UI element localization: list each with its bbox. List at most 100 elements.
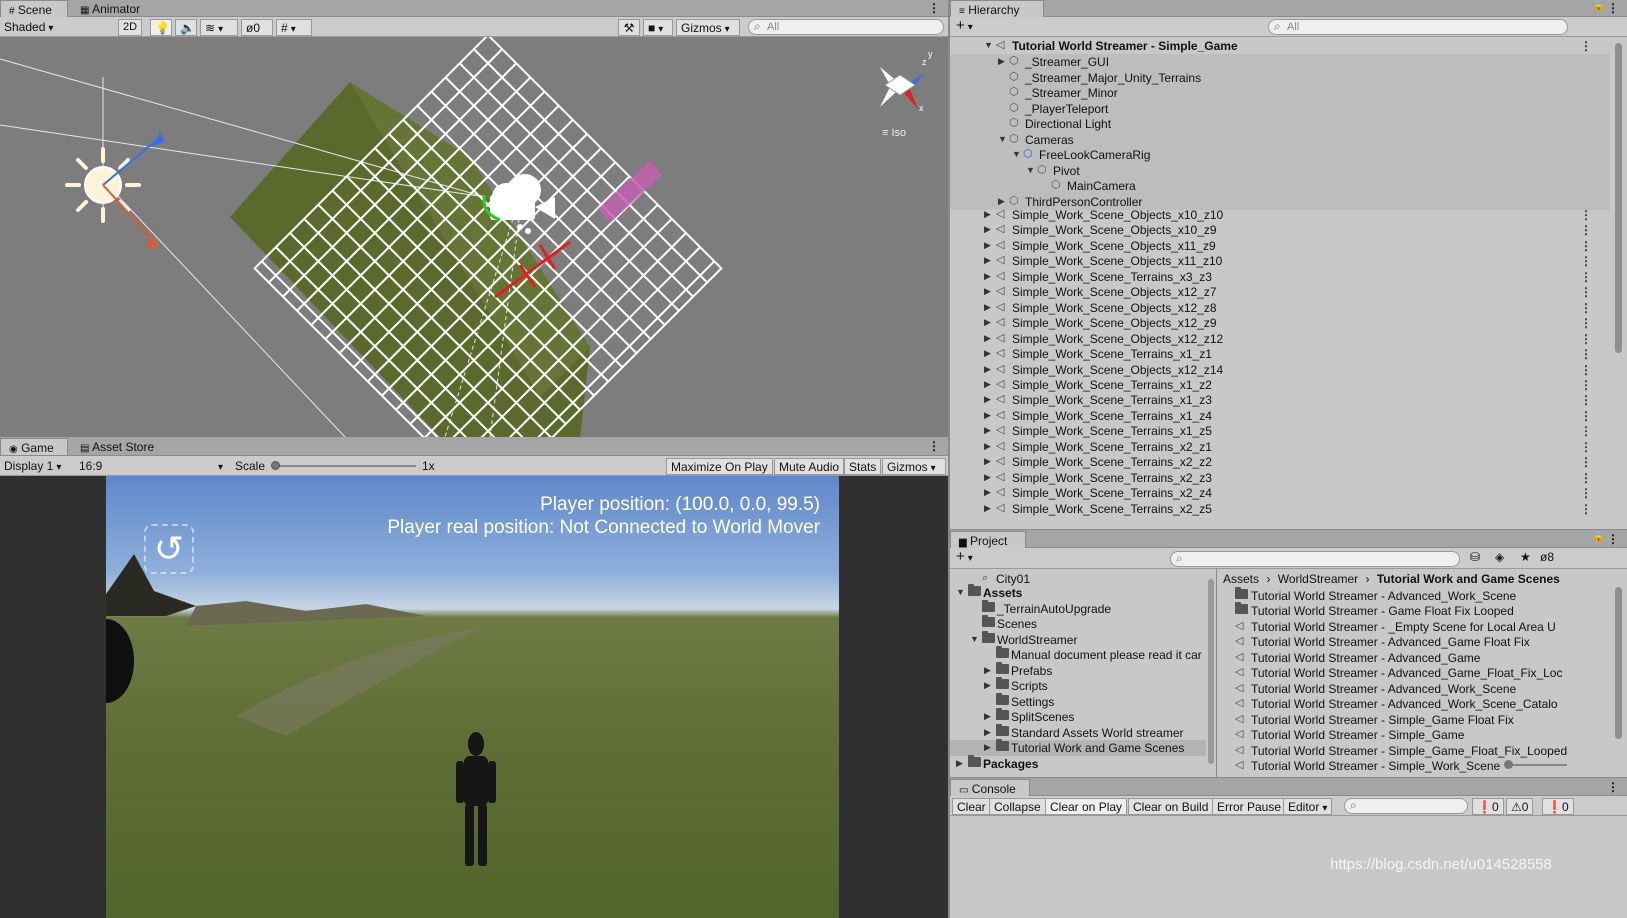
hierarchy-item[interactable]: ▼ ⬡ FreeLookCameraRig <box>950 147 1610 163</box>
grid-toggle-icon[interactable]: # <box>276 19 312 36</box>
console-menu-icon[interactable]: ⋮ <box>1607 780 1619 794</box>
breadcrumb-assets[interactable]: Assets <box>1223 572 1259 586</box>
expand-right-icon[interactable]: ▶ <box>984 472 991 483</box>
display-dropdown[interactable]: Display 1 <box>0 458 72 475</box>
expand-right-icon[interactable]: ▶ <box>984 255 991 266</box>
project-hidden-packages-toggle[interactable]: ø8 <box>1540 550 1554 564</box>
expand-right-icon[interactable]: ▶ <box>984 364 991 375</box>
console-clear-on-play-button[interactable]: Clear on Play <box>1045 798 1128 815</box>
tab-hierarchy[interactable]: ≡ Hierarchy <box>950 0 1044 17</box>
project-files-scrollbar-thumb[interactable] <box>1615 587 1622 739</box>
scene-panel-menu-icon[interactable]: ⋮ <box>928 1 940 15</box>
tab-console[interactable]: ▭ Console <box>950 779 1030 796</box>
project-file-item[interactable]: Tutorial World Streamer - Game Float Fix… <box>1217 602 1610 619</box>
scene-menu-icon[interactable]: ⋮ <box>1580 301 1592 315</box>
reset-rotate-icon[interactable]: ↺ <box>144 524 194 574</box>
project-folder-item[interactable]: ▼ WorldStreamer <box>950 630 1208 648</box>
project-file-item[interactable]: ◁ Tutorial World Streamer - Simple_Work_S… <box>1217 758 1610 774</box>
project-create-button[interactable]: + <box>956 549 973 567</box>
scene-menu-icon[interactable]: ⋮ <box>1580 378 1592 392</box>
expand-right-icon[interactable]: ▶ <box>984 317 991 328</box>
scene-gizmos-dropdown[interactable]: Gizmos <box>676 19 740 36</box>
project-file-item[interactable]: ◁ Tutorial World Streamer - Advanced_Work… <box>1217 681 1610 697</box>
expand-right-icon[interactable]: ▶ <box>984 441 991 452</box>
tools-icon[interactable]: ⚒ <box>618 19 640 36</box>
project-file-item[interactable]: ◁ Tutorial World Streamer - Simple_Game_F… <box>1217 743 1610 759</box>
hierarchy-root-scene[interactable]: ▼ ◁ Tutorial World Streamer - Simple_Gam… <box>950 38 1610 54</box>
expand-right-icon[interactable]: ▶ <box>984 348 991 359</box>
hierarchy-item[interactable]: ⬡ _PlayerTeleport <box>950 100 1610 117</box>
scale-slider-handle[interactable] <box>271 461 280 470</box>
hierarchy-search-input[interactable]: All <box>1268 19 1568 35</box>
shading-mode-dropdown[interactable]: Shaded <box>0 19 112 36</box>
hierarchy-scene-row[interactable]: ▶ ◁ Simple_Work_Scene_Objects_x12_z14 ⋮ <box>950 362 1610 378</box>
hierarchy-item[interactable]: ⬡ Directional Light <box>950 116 1610 132</box>
expand-down-icon[interactable]: ▼ <box>1012 149 1021 159</box>
game-panel-menu-icon[interactable]: ⋮ <box>928 439 940 453</box>
hierarchy-scene-row[interactable]: ▶ ◁ Simple_Work_Scene_Objects_x12_z9 ⋮ <box>950 315 1610 331</box>
project-file-item[interactable]: ◁ Tutorial World Streamer - Advanced_Game… <box>1217 634 1610 650</box>
maximize-on-play-button[interactable]: Maximize On Play <box>666 458 773 475</box>
scene-menu-icon[interactable]: ⋮ <box>1580 239 1592 253</box>
expand-right-icon[interactable]: ▶ <box>984 711 991 722</box>
expand-right-icon[interactable]: ▶ <box>998 56 1005 67</box>
hierarchy-scene-row[interactable]: ▶ ◁ Simple_Work_Scene_Terrains_x2_z3 ⋮ <box>950 470 1610 486</box>
expand-right-icon[interactable]: ▶ <box>984 224 991 235</box>
project-tree-scrollbar-thumb[interactable] <box>1208 579 1214 764</box>
project-file-item[interactable]: ◁ Tutorial World Streamer - Advanced_Game <box>1217 650 1610 666</box>
project-folder-item[interactable]: ▶ SplitScenes <box>950 708 1208 725</box>
search-by-label-icon[interactable]: ◈ <box>1495 550 1504 564</box>
scale-slider[interactable] <box>271 461 416 470</box>
camera-dropdown-icon[interactable]: ■ <box>643 19 673 36</box>
projection-toggle[interactable]: ≡ Iso <box>882 127 906 139</box>
hierarchy-scene-row[interactable]: ▶ ◁ Simple_Work_Scene_Objects_x11_z10 ⋮ <box>950 253 1610 269</box>
console-error-pause-button[interactable]: Error Pause <box>1212 798 1287 815</box>
project-files-scrollbar[interactable] <box>1610 569 1627 777</box>
hierarchy-create-button[interactable]: + <box>956 18 973 36</box>
scene-menu-icon[interactable]: ⋮ <box>1580 208 1592 222</box>
scene-menu-icon[interactable]: ⋮ <box>1580 502 1592 516</box>
hierarchy-scene-row[interactable]: ▶ ◁ Simple_Work_Scene_Terrains_x1_z5 ⋮ <box>950 423 1610 439</box>
hierarchy-scene-row[interactable]: ▶ ◁ Simple_Work_Scene_Terrains_x3_z3 ⋮ <box>950 269 1610 285</box>
project-file-item[interactable]: ◁ Tutorial World Streamer - Advanced_Work… <box>1217 696 1610 712</box>
hierarchy-item[interactable]: ⬡ _Streamer_Minor <box>950 85 1610 101</box>
scene-menu-icon[interactable]: ⋮ <box>1580 332 1592 346</box>
expand-right-icon[interactable]: ▶ <box>984 503 991 514</box>
project-folder-item[interactable]: Settings <box>950 692 1208 710</box>
console-search-input[interactable] <box>1344 798 1468 814</box>
expand-down-icon[interactable]: ▼ <box>956 587 965 597</box>
effects-dropdown-icon[interactable]: ≋ <box>200 19 238 36</box>
hierarchy-scene-row[interactable]: ▶ ◁ Simple_Work_Scene_Terrains_x1_z3 ⋮ <box>950 392 1610 408</box>
favorites-star-icon[interactable]: ★ <box>1520 550 1531 564</box>
tab-game[interactable]: ◉ Game <box>0 438 68 455</box>
game-view[interactable]: Player position: (100.0, 0.0, 99.5) Play… <box>106 476 839 918</box>
project-menu-icon[interactable]: ⋮ <box>1607 532 1619 546</box>
hierarchy-item[interactable]: ▶ ⬡ _Streamer_GUI <box>950 54 1610 70</box>
scene-menu-icon[interactable]: ⋮ <box>1580 285 1592 299</box>
project-folder-item[interactable]: ▶ Tutorial Work and Game Scenes <box>950 739 1208 756</box>
icon-size-slider[interactable] <box>1504 760 1567 769</box>
hierarchy-scene-row[interactable]: ▶ ◁ Simple_Work_Scene_Objects_x10_z10 ⋮ <box>950 207 1610 223</box>
root-scene-menu-icon[interactable]: ⋮ <box>1580 39 1592 53</box>
expand-right-icon[interactable]: ▶ <box>984 333 991 344</box>
search-by-type-icon[interactable]: ⛁ <box>1470 550 1480 564</box>
tab-asset-store[interactable]: ▤ Asset Store <box>72 438 162 455</box>
expand-down-icon[interactable]: ▼ <box>1026 165 1035 175</box>
console-clear-on-build-button[interactable]: Clear on Build <box>1128 798 1214 815</box>
project-file-item[interactable]: ◁ Tutorial World Streamer - Advanced_Game… <box>1217 665 1610 681</box>
expand-right-icon[interactable]: ▶ <box>984 286 991 297</box>
expand-right-icon[interactable]: ▶ <box>984 209 991 220</box>
expand-down-icon[interactable]: ▼ <box>984 40 993 50</box>
scene-menu-icon[interactable]: ⋮ <box>1580 223 1592 237</box>
project-file-item[interactable]: ◁ Tutorial World Streamer - Simple_Game F… <box>1217 712 1610 728</box>
hierarchy-lock-icon[interactable]: 🔒 <box>1593 1 1605 12</box>
aspect-dropdown[interactable]: 16:9 <box>75 458 227 475</box>
hierarchy-scene-row[interactable]: ▶ ◁ Simple_Work_Scene_Terrains_x2_z1 ⋮ <box>950 439 1610 455</box>
icon-size-slider-handle[interactable] <box>1504 760 1513 769</box>
game-gizmos-dropdown[interactable]: Gizmos <box>882 458 946 475</box>
console-clear-button[interactable]: Clear <box>952 798 991 815</box>
scene-search-input[interactable]: All <box>748 19 944 35</box>
hierarchy-scene-row[interactable]: ▶ ◁ Simple_Work_Scene_Objects_x12_z8 ⋮ <box>950 300 1610 316</box>
expand-right-icon[interactable]: ▶ <box>984 742 991 753</box>
hierarchy-scene-row[interactable]: ▶ ◁ Simple_Work_Scene_Terrains_x2_z2 ⋮ <box>950 454 1610 470</box>
